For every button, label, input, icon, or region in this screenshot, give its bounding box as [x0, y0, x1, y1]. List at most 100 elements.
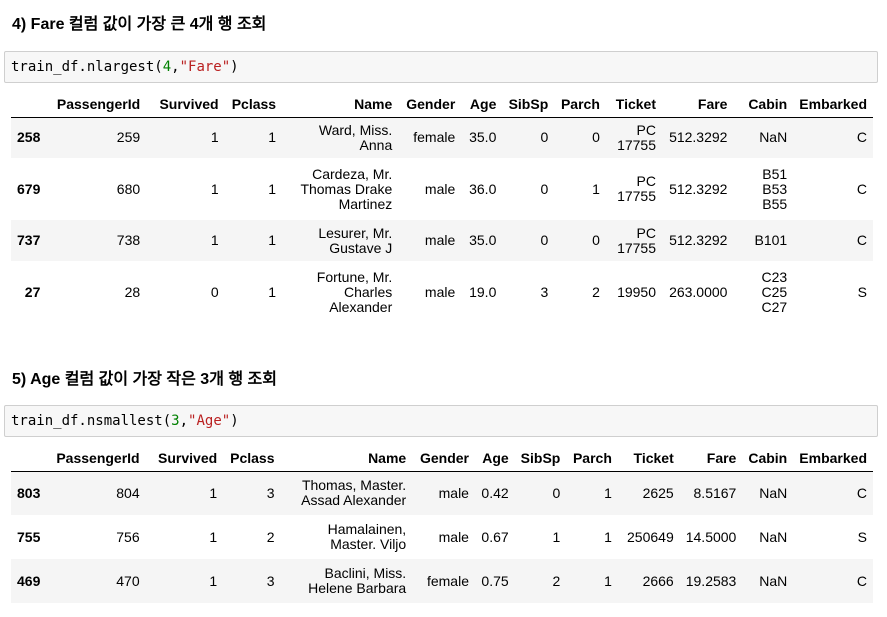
column-header: SibSp: [502, 93, 555, 118]
cell-survived: 1: [209, 572, 218, 589]
code-cell-nlargest[interactable]: train_df.nlargest(4,"Fare"): [4, 51, 878, 83]
cell-name: Fortune, Mr. Charles Alexander: [316, 268, 393, 315]
code-call: train_df.nsmallest(: [11, 413, 172, 429]
code-comma: ,: [179, 413, 189, 429]
column-header: Embarked: [793, 447, 873, 472]
cell-age: 0.75: [481, 572, 509, 589]
cell-passengerid: 738: [116, 232, 141, 248]
table-row: 27 28 0 1 Fortune, Mr. Charles Alexander…: [11, 261, 873, 323]
cell-fare: 263.0000: [669, 283, 728, 300]
cell-pclass: 1: [268, 283, 277, 300]
cell-age: 0.42: [481, 484, 509, 501]
cell-ticket: PC 17755: [617, 173, 656, 204]
cell-ticket: 19950: [617, 283, 656, 300]
cell-sibsp: 0: [552, 484, 561, 501]
cell-pclass: 3: [266, 572, 275, 589]
cell-pclass: 1: [268, 232, 277, 248]
column-header: Age: [474, 447, 515, 472]
cell-gender: male: [424, 232, 456, 248]
code-call: train_df.nlargest(: [11, 59, 163, 75]
table-row: 737 738 1 1 Lesurer, Mr. Gustave J male …: [11, 220, 873, 261]
cell-embarked: S: [857, 528, 867, 545]
column-header: Parch: [566, 447, 618, 472]
cell-parch: 2: [592, 283, 600, 300]
cell-name: Cardeza, Mr. Thomas Drake Martinez: [300, 165, 393, 212]
column-header: PassengerId: [46, 93, 147, 118]
cell-ticket: 2625: [642, 484, 674, 501]
code-arg-number: 4: [162, 59, 172, 75]
table-header-row: PassengerId Survived Pclass Name Gender …: [11, 93, 873, 118]
column-header: Ticket: [617, 447, 680, 472]
table-row: 803 804 1 3 Thomas, Master. Assad Alexan…: [11, 471, 873, 515]
cell-ticket: PC 17755: [617, 224, 656, 256]
cell-gender: male: [438, 484, 469, 501]
column-header: Fare: [662, 93, 734, 118]
cell-cabin: NaN: [759, 572, 788, 589]
column-header: Ticket: [605, 93, 662, 118]
cell-parch: 1: [604, 528, 612, 545]
cell-sibsp: 0: [540, 232, 549, 248]
cell-fare: 14.5000: [685, 528, 737, 545]
code-close-paren: ): [230, 59, 239, 75]
table-row: 469 470 1 3 Baclini, Miss. Helene Barbar…: [11, 559, 873, 603]
column-header: SibSp: [514, 447, 567, 472]
cell-passengerid: 28: [124, 283, 141, 300]
cell-embarked: C: [856, 129, 867, 146]
cell-survived: 1: [210, 129, 219, 146]
cell-gender: male: [438, 528, 469, 545]
cell-fare: 512.3292: [669, 232, 728, 248]
cell-sibsp: 0: [540, 129, 549, 146]
cell-gender: female: [413, 129, 456, 146]
section-5-heading: 5) Age 컬럼 값이 가장 작은 3개 행 조회: [12, 371, 277, 388]
cell-survived: 0: [210, 283, 219, 300]
section-4-heading: 4) Fare 컬럼 값이 가장 큰 4개 행 조회: [12, 16, 267, 33]
row-index: 755: [17, 528, 41, 545]
code-cell-nsmallest[interactable]: train_df.nsmallest(3,"Age"): [4, 405, 878, 437]
column-header: PassengerId: [46, 447, 146, 472]
column-header: Embarked: [793, 93, 873, 118]
cell-passengerid: 804: [116, 484, 140, 501]
cell-name: Hamalainen, Master. Viljo: [327, 521, 407, 552]
cell-sibsp: 0: [540, 180, 549, 197]
cell-parch: 1: [592, 180, 600, 197]
cell-cabin: B101: [754, 232, 788, 248]
cell-embarked: C: [856, 180, 867, 197]
cell-passengerid: 680: [116, 180, 141, 197]
dataframe-nlargest: PassengerId Survived Pclass Name Gender …: [11, 93, 873, 323]
column-header: Survived: [146, 93, 225, 118]
cell-age: 35.0: [469, 232, 497, 248]
column-header: Cabin: [742, 447, 794, 472]
cell-survived: 1: [209, 528, 218, 545]
cell-sibsp: 2: [552, 572, 561, 589]
row-index: 737: [17, 232, 41, 248]
cell-survived: 1: [210, 232, 219, 248]
cell-age: 19.0: [469, 283, 497, 300]
cell-passengerid: 470: [116, 572, 140, 589]
cell-gender: female: [426, 572, 469, 589]
code-arg-string: "Fare": [179, 59, 231, 75]
table-row: 679 680 1 1 Cardeza, Mr. Thomas Drake Ma…: [11, 158, 873, 220]
cell-age: 35.0: [469, 129, 497, 146]
cell-pclass: 1: [268, 129, 277, 146]
column-header: Name: [280, 447, 413, 472]
code-arg-number: 3: [171, 413, 180, 429]
cell-fare: 512.3292: [669, 129, 728, 146]
column-header: Survived: [145, 447, 224, 472]
cell-parch: 0: [592, 129, 600, 146]
cell-embarked: C: [856, 232, 867, 248]
cell-gender: male: [424, 283, 456, 300]
column-header: Pclass: [224, 93, 283, 118]
cell-name: Baclini, Miss. Helene Barbara: [308, 565, 407, 596]
cell-embarked: C: [856, 572, 867, 589]
cell-pclass: 1: [268, 180, 277, 197]
cell-cabin: B51 B53 B55: [762, 165, 788, 212]
cell-fare: 512.3292: [669, 180, 728, 197]
cell-parch: 0: [592, 232, 600, 248]
cell-survived: 1: [210, 180, 219, 197]
column-header: Gender: [398, 93, 462, 118]
column-header: Parch: [554, 93, 606, 118]
column-header: Cabin: [733, 93, 794, 118]
cell-passengerid: 259: [116, 129, 141, 146]
cell-ticket: PC 17755: [617, 121, 656, 153]
cell-pclass: 3: [266, 484, 275, 501]
